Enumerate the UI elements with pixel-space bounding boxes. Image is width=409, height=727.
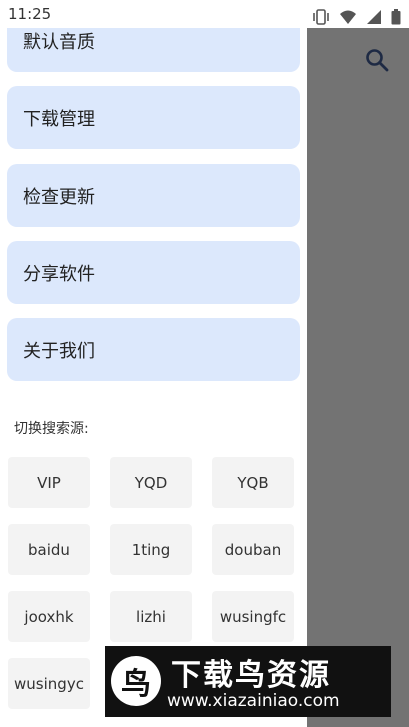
menu-item-label: 检查更新 bbox=[23, 186, 95, 208]
status-bar: 11:25 bbox=[0, 0, 409, 28]
menu-item-label: 关于我们 bbox=[23, 340, 95, 362]
source-button-baidu[interactable]: baidu bbox=[8, 524, 90, 575]
menu-item-label: 默认音质 bbox=[23, 31, 95, 53]
menu-item-default-quality[interactable]: 默认音质 bbox=[7, 28, 300, 72]
drawer-scrim[interactable] bbox=[307, 28, 409, 727]
source-button-wusingyc[interactable]: wusingyc bbox=[8, 658, 90, 709]
source-button-douban[interactable]: douban bbox=[212, 524, 294, 575]
watermark-url: www.xiazainiao.com bbox=[167, 691, 340, 711]
menu-item-about-us[interactable]: 关于我们 bbox=[7, 318, 300, 381]
menu-item-label: 下载管理 bbox=[23, 108, 95, 130]
menu-item-download-manager[interactable]: 下载管理 bbox=[7, 86, 300, 149]
vibrate-icon bbox=[312, 8, 329, 25]
source-button-wusingfc[interactable]: wusingfc bbox=[212, 591, 294, 642]
source-button-vip[interactable]: VIP bbox=[8, 457, 90, 508]
status-icons bbox=[308, 6, 401, 25]
source-button-jooxhk[interactable]: jooxhk bbox=[8, 591, 90, 642]
source-button-yqd[interactable]: YQD bbox=[110, 457, 192, 508]
source-button-yqb[interactable]: YQB bbox=[212, 457, 294, 508]
wifi-icon bbox=[339, 10, 356, 24]
status-time: 11:25 bbox=[8, 5, 52, 23]
navigation-drawer: 默认音质 下载管理 检查更新 分享软件 关于我们 切换搜索源: VIP YQD … bbox=[0, 28, 307, 727]
watermark: 鸟 下载鸟资源 www.xiazainiao.com bbox=[105, 646, 391, 717]
switch-source-label: 切换搜索源: bbox=[14, 421, 89, 437]
watermark-title: 下载鸟资源 bbox=[171, 658, 331, 693]
search-icon[interactable] bbox=[364, 47, 390, 73]
menu-item-label: 分享软件 bbox=[23, 263, 95, 285]
watermark-logo: 鸟 bbox=[111, 656, 161, 706]
menu-item-share-app[interactable]: 分享软件 bbox=[7, 241, 300, 304]
battery-icon bbox=[391, 8, 401, 24]
menu-item-check-update[interactable]: 检查更新 bbox=[7, 164, 300, 227]
source-button-lizhi[interactable]: lizhi bbox=[110, 591, 192, 642]
cellular-icon bbox=[366, 9, 381, 24]
source-button-1ting[interactable]: 1ting bbox=[110, 524, 192, 575]
